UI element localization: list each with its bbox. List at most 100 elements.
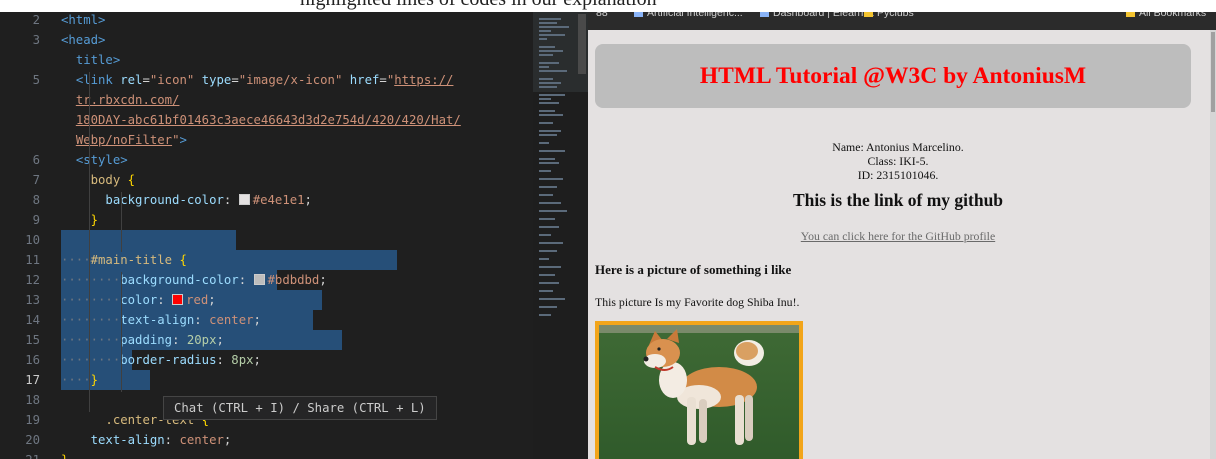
minimap-line bbox=[539, 314, 551, 316]
code-text: <link rel="icon" type="image/x-icon" hre… bbox=[61, 70, 454, 90]
code-token: center bbox=[179, 433, 224, 447]
indent-guide bbox=[89, 72, 90, 412]
code-token: : bbox=[216, 353, 232, 367]
line-number: 15 bbox=[25, 333, 40, 347]
code-token: Webp/noFilter bbox=[75, 133, 173, 147]
editor-scrollbar-thumb[interactable] bbox=[578, 14, 586, 74]
minimap-line bbox=[539, 282, 559, 284]
code-token: > bbox=[179, 133, 187, 147]
minimap-line bbox=[539, 210, 567, 212]
code-token: rel bbox=[120, 73, 143, 87]
code-line[interactable]: 3 <head> bbox=[0, 30, 533, 50]
dog-photo-frame bbox=[595, 321, 803, 459]
chat-share-tooltip: Chat (CTRL + I) / Share (CTRL + L) bbox=[163, 396, 437, 420]
line-number: 20 bbox=[25, 433, 40, 447]
code-text: tr.rbxcdn.com/ bbox=[61, 90, 180, 110]
code-line[interactable]: 7 body { bbox=[0, 170, 533, 190]
code-line[interactable]: 21} bbox=[0, 450, 533, 459]
code-token: 20px bbox=[186, 333, 217, 347]
code-token: 8px bbox=[231, 353, 254, 367]
minimap-line bbox=[539, 102, 559, 104]
code-line[interactable]: 20 text-align: center; bbox=[0, 430, 533, 450]
code-token: color bbox=[120, 293, 158, 307]
code-token: ; bbox=[304, 193, 312, 207]
code-token: : bbox=[172, 333, 187, 347]
code-line[interactable]: 12 ········background-color: #bdbdbd; bbox=[0, 270, 533, 290]
line-number: 7 bbox=[32, 173, 40, 187]
code-line[interactable]: 5 <link rel="icon" type="image/x-icon" h… bbox=[0, 70, 533, 90]
code-token: } bbox=[61, 453, 68, 459]
code-text: ········text-align: center; bbox=[61, 310, 261, 330]
code-token: center bbox=[209, 313, 254, 327]
code-token: ; bbox=[223, 433, 232, 447]
bookmark-item[interactable]: Artificial Intelligenc... bbox=[634, 12, 743, 19]
minimap-line bbox=[539, 178, 563, 180]
minimap-line bbox=[539, 114, 563, 116]
line-number: 18 bbox=[25, 393, 40, 407]
code-token: "image/x-icon" bbox=[238, 73, 350, 87]
code-editor[interactable]: 2 <html> 3 <head> title> 5 <link rel="icon" … bbox=[0, 12, 533, 459]
code-text: <head> bbox=[61, 30, 105, 50]
minimap-line bbox=[539, 62, 559, 64]
minimap-line bbox=[539, 18, 561, 20]
page-body: HTML Tutorial @W3C by AntoniusM Name: An… bbox=[588, 30, 1216, 459]
indent-guide bbox=[121, 272, 122, 392]
code-token: <link bbox=[75, 73, 121, 87]
code-token: text-align bbox=[90, 433, 165, 447]
code-line[interactable]: tr.rbxcdn.com/ bbox=[0, 90, 533, 110]
code-line[interactable]: Webp/noFilter"> bbox=[0, 130, 533, 150]
bookmark-item[interactable]: Pyclubs bbox=[864, 12, 914, 19]
code-line[interactable]: 15 ········padding: 20px; bbox=[0, 330, 533, 350]
code-token: ········ bbox=[61, 333, 121, 347]
code-token: ···· bbox=[61, 373, 91, 387]
minimap-line bbox=[539, 30, 551, 32]
code-line[interactable]: 8 background-color: #e4e1e1; bbox=[0, 190, 533, 210]
code-line[interactable]: title> bbox=[0, 50, 533, 70]
editor-minimap[interactable] bbox=[533, 12, 588, 459]
bookmark-item[interactable]: 88 bbox=[596, 12, 608, 19]
code-token: #main-title bbox=[90, 253, 180, 267]
minimap-line bbox=[539, 306, 557, 308]
bookmark-item[interactable]: All Bookmarks bbox=[1126, 12, 1206, 19]
code-line[interactable]: 13 ········color: red; bbox=[0, 290, 533, 310]
line-number: 17 bbox=[25, 373, 40, 387]
line-number: 14 bbox=[25, 313, 40, 327]
code-line[interactable]: 2 <html> bbox=[0, 12, 533, 30]
bookmark-label: 88 bbox=[596, 12, 608, 19]
code-line[interactable]: 16 ········border-radius: 8px; bbox=[0, 350, 533, 370]
code-text: 180DAY-abc61bf01463c3aece46643d3d2e754d/… bbox=[61, 110, 461, 130]
code-line[interactable]: 9 } bbox=[0, 210, 533, 230]
code-text: ········padding: 20px; bbox=[61, 330, 224, 350]
code-text: text-align: center; bbox=[61, 430, 232, 450]
code-token: { bbox=[179, 253, 187, 267]
line-number: 5 bbox=[32, 73, 40, 87]
code-text: ········background-color: #bdbdbd; bbox=[61, 270, 327, 290]
code-token: <html> bbox=[61, 13, 106, 27]
line-number: 21 bbox=[0, 450, 40, 459]
code-line[interactable]: 11 ····#main-title { bbox=[0, 250, 533, 270]
code-line[interactable]: 180DAY-abc61bf01463c3aece46643d3d2e754d/… bbox=[0, 110, 533, 130]
github-link[interactable]: You can click here for the GitHub profil… bbox=[588, 229, 1208, 244]
code-token: } bbox=[90, 213, 99, 227]
code-token: ········ bbox=[61, 273, 121, 287]
code-token: red bbox=[186, 293, 209, 307]
code-token: ; bbox=[253, 313, 261, 327]
code-line[interactable]: 14 ········text-align: center; bbox=[0, 310, 533, 330]
code-token: tr.rbxcdn.com/ bbox=[75, 93, 180, 107]
minimap-line bbox=[539, 258, 549, 260]
code-line[interactable]: 10 bbox=[0, 230, 533, 250]
minimap-line bbox=[539, 54, 553, 56]
browser-scrollbar-thumb[interactable] bbox=[1211, 32, 1215, 112]
code-token: <style> bbox=[75, 153, 128, 167]
folder-icon bbox=[1126, 12, 1135, 17]
info-class: Class: IKI-5. bbox=[867, 154, 929, 168]
code-line[interactable]: 6 <style> bbox=[0, 150, 533, 170]
minimap-line bbox=[539, 86, 557, 88]
minimap-line bbox=[539, 98, 551, 100]
code-line[interactable]: 17 ····} bbox=[0, 370, 533, 390]
bookmark-item[interactable]: Dashboard | Elearni... bbox=[760, 12, 874, 19]
selection-highlight bbox=[61, 230, 236, 250]
folder-icon bbox=[864, 12, 873, 17]
code-token: = bbox=[231, 73, 239, 87]
color-swatch-icon bbox=[238, 194, 250, 205]
